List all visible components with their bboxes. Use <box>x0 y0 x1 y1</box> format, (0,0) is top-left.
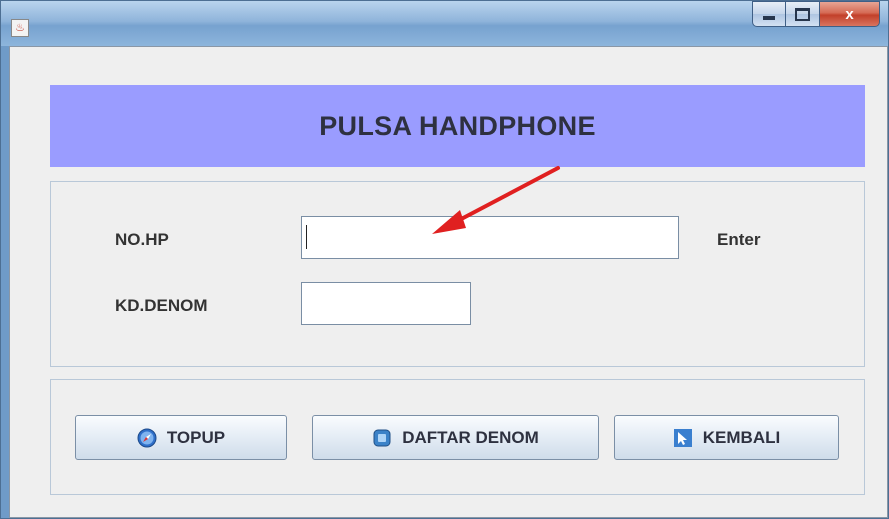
daftar-denom-label: DAFTAR DENOM <box>402 427 539 447</box>
kddenom-input[interactable] <box>301 282 471 325</box>
nohp-label: NO.HP <box>115 230 169 249</box>
annotation-arrow-icon <box>432 166 560 234</box>
content-pane: PULSA HANDPHONE NO.HP Enter KD.DENOM TOP… <box>9 46 888 518</box>
topup-label: TOPUP <box>166 427 226 447</box>
title-bar[interactable]: ♨ x <box>1 1 888 46</box>
back-arrow-icon <box>673 428 692 447</box>
window-controls: x <box>752 1 880 31</box>
app-window: ♨ x PULSA HANDPHONE NO.HP Enter KD.DENOM… <box>0 0 889 519</box>
maximize-button[interactable] <box>786 1 820 27</box>
topup-button[interactable]: TOPUP <box>75 415 287 460</box>
close-button[interactable]: x <box>820 1 880 27</box>
safari-compass-icon <box>137 428 157 447</box>
minimize-icon <box>763 16 775 20</box>
minimize-button[interactable] <box>752 1 786 27</box>
button-panel: TOPUP DAFTAR DENOM KEMBALI <box>50 379 865 495</box>
list-icon <box>373 429 391 446</box>
kembali-label: KEMBALI <box>702 427 781 447</box>
enter-label: Enter <box>717 230 761 249</box>
header-panel: PULSA HANDPHONE <box>50 85 865 167</box>
java-cup-icon[interactable]: ♨ <box>11 19 29 37</box>
daftar-denom-button[interactable]: DAFTAR DENOM <box>312 415 599 460</box>
kddenom-label: KD.DENOM <box>115 296 208 315</box>
text-caret <box>306 225 307 249</box>
kembali-button[interactable]: KEMBALI <box>614 415 839 460</box>
page-title: PULSA HANDPHONE <box>319 110 596 141</box>
maximize-icon <box>795 7 810 21</box>
close-icon: x <box>845 5 854 23</box>
